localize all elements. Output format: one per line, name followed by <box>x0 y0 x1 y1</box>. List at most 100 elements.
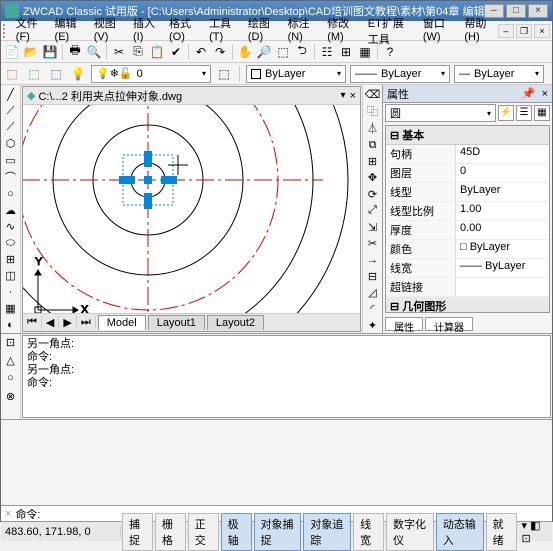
revcloud-icon[interactable]: ☁ <box>3 203 19 218</box>
close-button[interactable]: × <box>528 4 548 18</box>
property-group[interactable]: ⊟ 基本 <box>386 126 549 145</box>
zoom-prev-icon[interactable]: ⮌ <box>293 43 311 61</box>
property-row[interactable]: 线宽—— ByLayer <box>386 259 549 278</box>
fillet-icon[interactable]: ◜ <box>365 301 381 316</box>
layer-manager-icon[interactable]: ⬚ <box>3 65 21 83</box>
properties-pin-icon[interactable]: 📌 <box>522 87 536 100</box>
stretch-icon[interactable]: ⇲ <box>365 219 381 234</box>
undo-icon[interactable]: ↶ <box>192 43 210 61</box>
polygon-icon[interactable]: ⬡ <box>3 136 19 151</box>
preview-icon[interactable]: 🔍 <box>85 43 103 61</box>
snap-mid-icon[interactable]: △ <box>3 354 19 370</box>
rotate-icon[interactable]: ⟳ <box>365 187 381 202</box>
tab-calculator[interactable]: 计算器 <box>425 317 473 331</box>
layer-tool-icon[interactable]: ⬚ <box>215 65 233 83</box>
copy-icon[interactable]: ⎘ <box>129 43 147 61</box>
coordinates[interactable]: 483.60, 171.98, 0 <box>1 526 121 538</box>
properties-close-icon[interactable]: × <box>542 88 548 100</box>
property-group[interactable]: ⊟ 几何图形 <box>386 297 549 313</box>
paste-icon[interactable]: 📋 <box>148 43 166 61</box>
quick-select-icon[interactable]: ⚡ <box>498 105 514 121</box>
tab-last-icon[interactable]: ⏭ <box>77 316 96 329</box>
menu-item[interactable]: 窗口(W) <box>417 13 458 49</box>
status-toggle[interactable]: 数字化仪 <box>386 513 434 551</box>
tab-properties[interactable]: 属性 <box>385 317 423 331</box>
new-icon[interactable]: 📄 <box>3 43 21 61</box>
copy-obj-icon[interactable]: ⿻ <box>365 103 381 119</box>
status-toggle[interactable]: 极轴 <box>221 513 252 551</box>
color-combo[interactable]: ByLayer▾ <box>246 65 346 83</box>
property-row[interactable]: 图层0 <box>386 164 549 183</box>
properties-grid[interactable]: ⊟ 基本句柄45D图层0线型ByLayer线型比例1.00厚度0.00颜色□ B… <box>385 125 550 313</box>
tab-prev-icon[interactable]: ◀ <box>42 316 59 329</box>
arc-icon[interactable]: ⌒ <box>3 169 19 185</box>
select-objects-icon[interactable]: ☰ <box>516 105 532 121</box>
spline-icon[interactable]: ∿ <box>3 219 19 234</box>
layout-tab[interactable]: Layout1 <box>148 315 205 330</box>
snap-end-icon[interactable]: ⊡ <box>3 336 19 352</box>
erase-icon[interactable]: ⌫ <box>365 87 381 102</box>
status-toggle[interactable]: 栅格 <box>155 513 186 551</box>
zoom-window-icon[interactable]: ⬚ <box>274 43 292 61</box>
drawing-canvas[interactable]: X Y <box>23 105 360 313</box>
property-row[interactable]: 厚度0.00 <box>386 221 549 240</box>
status-toggle[interactable]: 动态输入 <box>436 513 484 551</box>
region-icon[interactable]: ◐ <box>3 317 19 332</box>
linetype-combo[interactable]: ——ByLayer▾ <box>350 65 450 83</box>
design-center-icon[interactable]: ⊞ <box>337 43 355 61</box>
explode-icon[interactable]: ✦ <box>365 318 381 333</box>
help-icon[interactable]: ? <box>381 43 399 61</box>
pline-icon[interactable]: ⟋ <box>3 120 19 135</box>
print-icon[interactable]: 🖶 <box>66 43 84 61</box>
layer-states-icon[interactable]: ⬚ <box>25 65 43 83</box>
ellipse-icon[interactable]: ⬭ <box>3 235 19 250</box>
layout-tab[interactable]: Model <box>98 315 146 330</box>
status-toggle[interactable]: 捕捉 <box>122 513 153 551</box>
property-row[interactable]: 颜色□ ByLayer <box>386 240 549 259</box>
trim-icon[interactable]: ✂ <box>365 236 381 251</box>
status-toggle[interactable]: 正交 <box>188 513 219 551</box>
status-toggle[interactable]: 对象追踪 <box>303 513 351 551</box>
mirror-icon[interactable]: ⏃ <box>365 120 381 136</box>
extend-icon[interactable]: → <box>365 252 381 267</box>
snap-node-icon[interactable]: ⊗ <box>3 390 19 406</box>
zoom-icon[interactable]: 🔎 <box>255 43 273 61</box>
selection-combo[interactable]: 圆▾ <box>385 104 496 122</box>
lineweight-combo[interactable]: —ByLayer▾ <box>454 65 544 83</box>
pan-icon[interactable]: ✋ <box>236 43 254 61</box>
layer-bulb-icon[interactable]: 💡 <box>69 65 87 83</box>
property-row[interactable]: 超链接 <box>386 278 549 297</box>
property-row[interactable]: 句柄45D <box>386 145 549 164</box>
chamfer-icon[interactable]: ◿ <box>365 285 381 300</box>
status-toggle[interactable]: 就绪 <box>486 513 517 551</box>
xline-icon[interactable]: ⟋ <box>3 103 19 118</box>
cut-icon[interactable]: ✂ <box>110 43 128 61</box>
layout-tab[interactable]: Layout2 <box>207 315 264 330</box>
insert-icon[interactable]: ⊞ <box>3 252 19 267</box>
array-icon[interactable]: ⊞ <box>365 154 381 169</box>
redo-icon[interactable]: ↷ <box>211 43 229 61</box>
menu-item[interactable]: 帮助(H) <box>458 13 498 49</box>
property-row[interactable]: 线型ByLayer <box>386 183 549 202</box>
block-icon[interactable]: ◫ <box>3 268 19 283</box>
break-icon[interactable]: ⊟ <box>365 269 381 284</box>
point-icon[interactable]: · <box>3 285 19 300</box>
pickadd-icon[interactable]: ▦ <box>534 105 550 121</box>
mdi-minimize-button[interactable]: – <box>498 24 514 38</box>
tool-palette-icon[interactable]: ▦ <box>356 43 374 61</box>
status-toggle[interactable]: 对象捕捉 <box>254 513 302 551</box>
circle-icon[interactable]: ○ <box>3 186 19 201</box>
maximize-button[interactable]: □ <box>506 4 526 18</box>
doc-close-icon[interactable]: × <box>350 90 356 102</box>
doc-menu-icon[interactable]: ▾ <box>341 90 346 101</box>
status-toggle[interactable]: 线宽 <box>353 513 384 551</box>
move-icon[interactable]: ✥ <box>365 170 381 185</box>
offset-icon[interactable]: ⧉ <box>365 137 381 152</box>
layer-prev-icon[interactable]: ⬚ <box>47 65 65 83</box>
property-row[interactable]: 线型比例1.00 <box>386 202 549 221</box>
mdi-restore-button[interactable]: ❐ <box>516 24 532 38</box>
save-icon[interactable]: 💾 <box>41 43 59 61</box>
mdi-close-button[interactable]: × <box>534 24 550 38</box>
hatch-icon[interactable]: ▦ <box>3 301 19 316</box>
line-icon[interactable]: ╱ <box>3 87 19 102</box>
